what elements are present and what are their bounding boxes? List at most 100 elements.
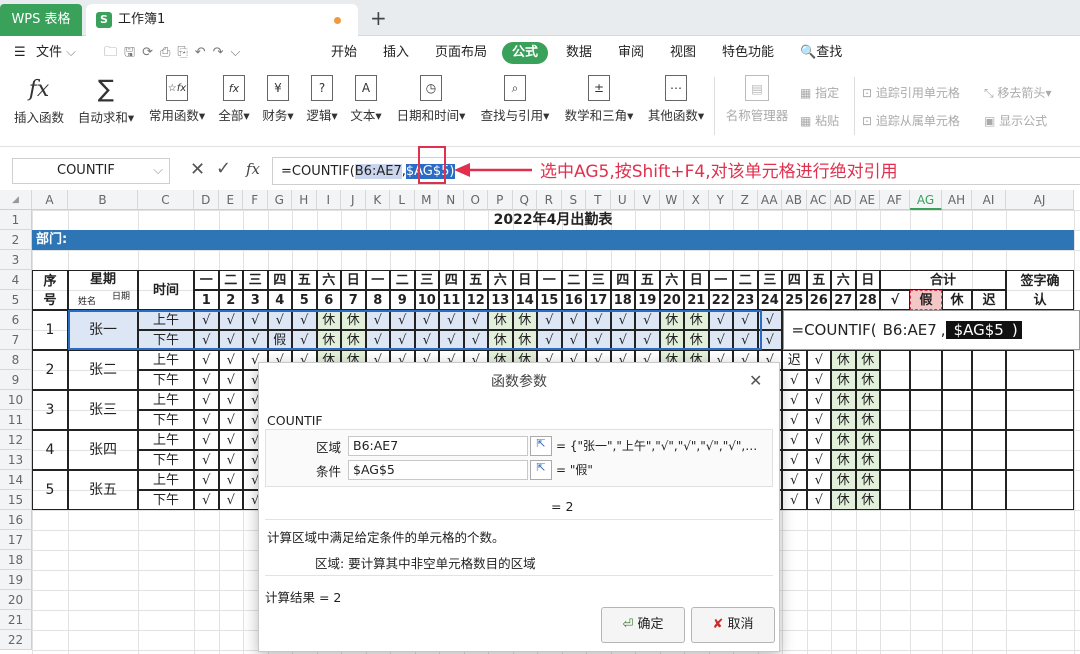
- row-header[interactable]: 4: [0, 270, 32, 290]
- attendance-cell[interactable]: 休: [855, 350, 880, 370]
- autosum-button[interactable]: ∑ 自动求和▾: [76, 75, 136, 126]
- attendance-cell[interactable]: 休: [855, 470, 880, 490]
- column-header[interactable]: AI: [972, 190, 1006, 210]
- attendance-cell[interactable]: √: [782, 490, 807, 510]
- attendance-cell[interactable]: √: [806, 370, 831, 390]
- column-header[interactable]: F: [243, 190, 268, 210]
- attendance-cell[interactable]: √: [218, 350, 243, 370]
- attendance-cell[interactable]: √: [194, 350, 219, 370]
- logic-button[interactable]: ? 逻辑▾: [302, 75, 342, 124]
- attendance-cell[interactable]: √: [782, 410, 807, 430]
- column-header[interactable]: C: [138, 190, 194, 210]
- menu-page-layout[interactable]: 页面布局: [435, 37, 487, 69]
- trace-dependents-button[interactable]: ⊡ 追踪从属单元格: [862, 113, 960, 129]
- name-box[interactable]: COUNTIF ⌵: [12, 158, 170, 184]
- row-header[interactable]: 10: [0, 390, 32, 410]
- column-header[interactable]: S: [561, 190, 586, 210]
- attendance-cell[interactable]: 休: [855, 370, 880, 390]
- attendance-cell[interactable]: 休: [831, 430, 856, 450]
- column-header[interactable]: E: [218, 190, 243, 210]
- column-header[interactable]: T: [586, 190, 611, 210]
- row-header[interactable]: 5: [0, 290, 32, 310]
- range-picker-icon[interactable]: ⇱: [530, 436, 552, 456]
- menu-review[interactable]: 审阅: [618, 37, 644, 69]
- attendance-cell[interactable]: √: [194, 410, 219, 430]
- attendance-cell[interactable]: 休: [831, 490, 856, 510]
- attendance-cell[interactable]: √: [218, 490, 243, 510]
- name-manager-button[interactable]: ▤ 名称管理器: [722, 75, 792, 124]
- arg1-input[interactable]: B6:AE7: [348, 436, 528, 456]
- menu-formula[interactable]: 公式: [502, 42, 548, 64]
- attendance-cell[interactable]: 休: [831, 410, 856, 430]
- row-header[interactable]: 7: [0, 330, 32, 350]
- fx-button[interactable]: fx: [246, 160, 260, 178]
- column-header[interactable]: U: [610, 190, 635, 210]
- row-header[interactable]: 20: [0, 590, 32, 610]
- tab-workbook[interactable]: S 工作簿1: [86, 4, 358, 36]
- total-cell[interactable]: [942, 470, 972, 510]
- remove-arrows-button[interactable]: ⤡ 移去箭头▾: [984, 85, 1051, 101]
- column-header[interactable]: AH: [942, 190, 972, 210]
- attendance-cell[interactable]: √: [782, 470, 807, 490]
- attendance-cell[interactable]: √: [218, 430, 243, 450]
- column-header[interactable]: AF: [880, 190, 910, 210]
- total-cell[interactable]: [942, 350, 972, 390]
- confirm-icon[interactable]: ✓: [216, 158, 231, 179]
- total-cell[interactable]: [880, 470, 910, 510]
- total-cell[interactable]: [942, 390, 972, 430]
- tab-wps-home[interactable]: WPS 表格: [0, 4, 82, 36]
- datetime-button[interactable]: ◷ 日期和时间▾: [392, 75, 470, 124]
- column-header[interactable]: B: [68, 190, 138, 210]
- total-cell[interactable]: [1006, 350, 1074, 390]
- total-cell[interactable]: [880, 350, 910, 390]
- text-button[interactable]: A 文本▾: [346, 75, 386, 124]
- paste-name-button[interactable]: ▦ 粘贴: [800, 113, 839, 129]
- new-tab-button[interactable]: +: [370, 4, 387, 32]
- total-cell[interactable]: [1006, 430, 1074, 470]
- total-cell[interactable]: [880, 430, 910, 470]
- quick-access-icons[interactable]: 🗀🖫⟳⎙⎘↶↷⌵: [104, 37, 247, 69]
- range-picker-icon[interactable]: ⇱: [530, 460, 552, 480]
- finance-button[interactable]: ¥ 财务▾: [258, 75, 298, 124]
- attendance-cell[interactable]: √: [806, 430, 831, 450]
- employee-name[interactable]: 张二: [68, 350, 138, 390]
- all-functions-button[interactable]: fx 全部▾: [214, 75, 254, 124]
- attendance-cell[interactable]: √: [806, 450, 831, 470]
- attendance-cell[interactable]: √: [806, 390, 831, 410]
- column-header[interactable]: H: [292, 190, 317, 210]
- total-cell[interactable]: [910, 430, 942, 470]
- arg2-input[interactable]: $AG$5: [348, 460, 528, 480]
- attendance-cell[interactable]: √: [218, 390, 243, 410]
- attendance-cell[interactable]: √: [806, 490, 831, 510]
- total-cell[interactable]: [1006, 470, 1074, 510]
- total-cell[interactable]: [972, 430, 1006, 470]
- attendance-cell[interactable]: √: [782, 390, 807, 410]
- hamburger-icon[interactable]: ☰: [14, 37, 26, 69]
- lookup-button[interactable]: ⌕ 查找与引用▾: [476, 75, 554, 124]
- show-formulas-button[interactable]: ▣ 显示公式: [984, 113, 1047, 129]
- ok-button[interactable]: ⏎ 确定: [601, 607, 685, 643]
- total-cell[interactable]: [910, 350, 942, 390]
- total-cell[interactable]: [910, 470, 942, 510]
- attendance-cell[interactable]: √: [782, 450, 807, 470]
- attendance-cell[interactable]: √: [194, 490, 219, 510]
- attendance-cell[interactable]: 休: [831, 450, 856, 470]
- column-header[interactable]: Z: [733, 190, 758, 210]
- attendance-cell[interactable]: 迟: [782, 350, 807, 370]
- attendance-cell[interactable]: 休: [855, 490, 880, 510]
- employee-name[interactable]: 张三: [68, 390, 138, 430]
- trace-precedents-button[interactable]: ⊡ 追踪引用单元格: [862, 85, 960, 101]
- row-header[interactable]: 21: [0, 610, 32, 630]
- attendance-cell[interactable]: √: [218, 450, 243, 470]
- total-cell[interactable]: [942, 430, 972, 470]
- attendance-cell[interactable]: 休: [855, 390, 880, 410]
- menu-view[interactable]: 视图: [670, 37, 696, 69]
- insert-function-button[interactable]: fx 插入函数: [10, 75, 68, 126]
- menu-insert[interactable]: 插入: [383, 37, 409, 69]
- total-cell[interactable]: [880, 390, 910, 430]
- column-header[interactable]: AB: [782, 190, 807, 210]
- attendance-cell[interactable]: √: [194, 470, 219, 490]
- column-header[interactable]: AJ: [1006, 190, 1074, 210]
- menu-features[interactable]: 特色功能: [722, 37, 774, 69]
- cancel-button[interactable]: ✘ 取消: [691, 607, 775, 643]
